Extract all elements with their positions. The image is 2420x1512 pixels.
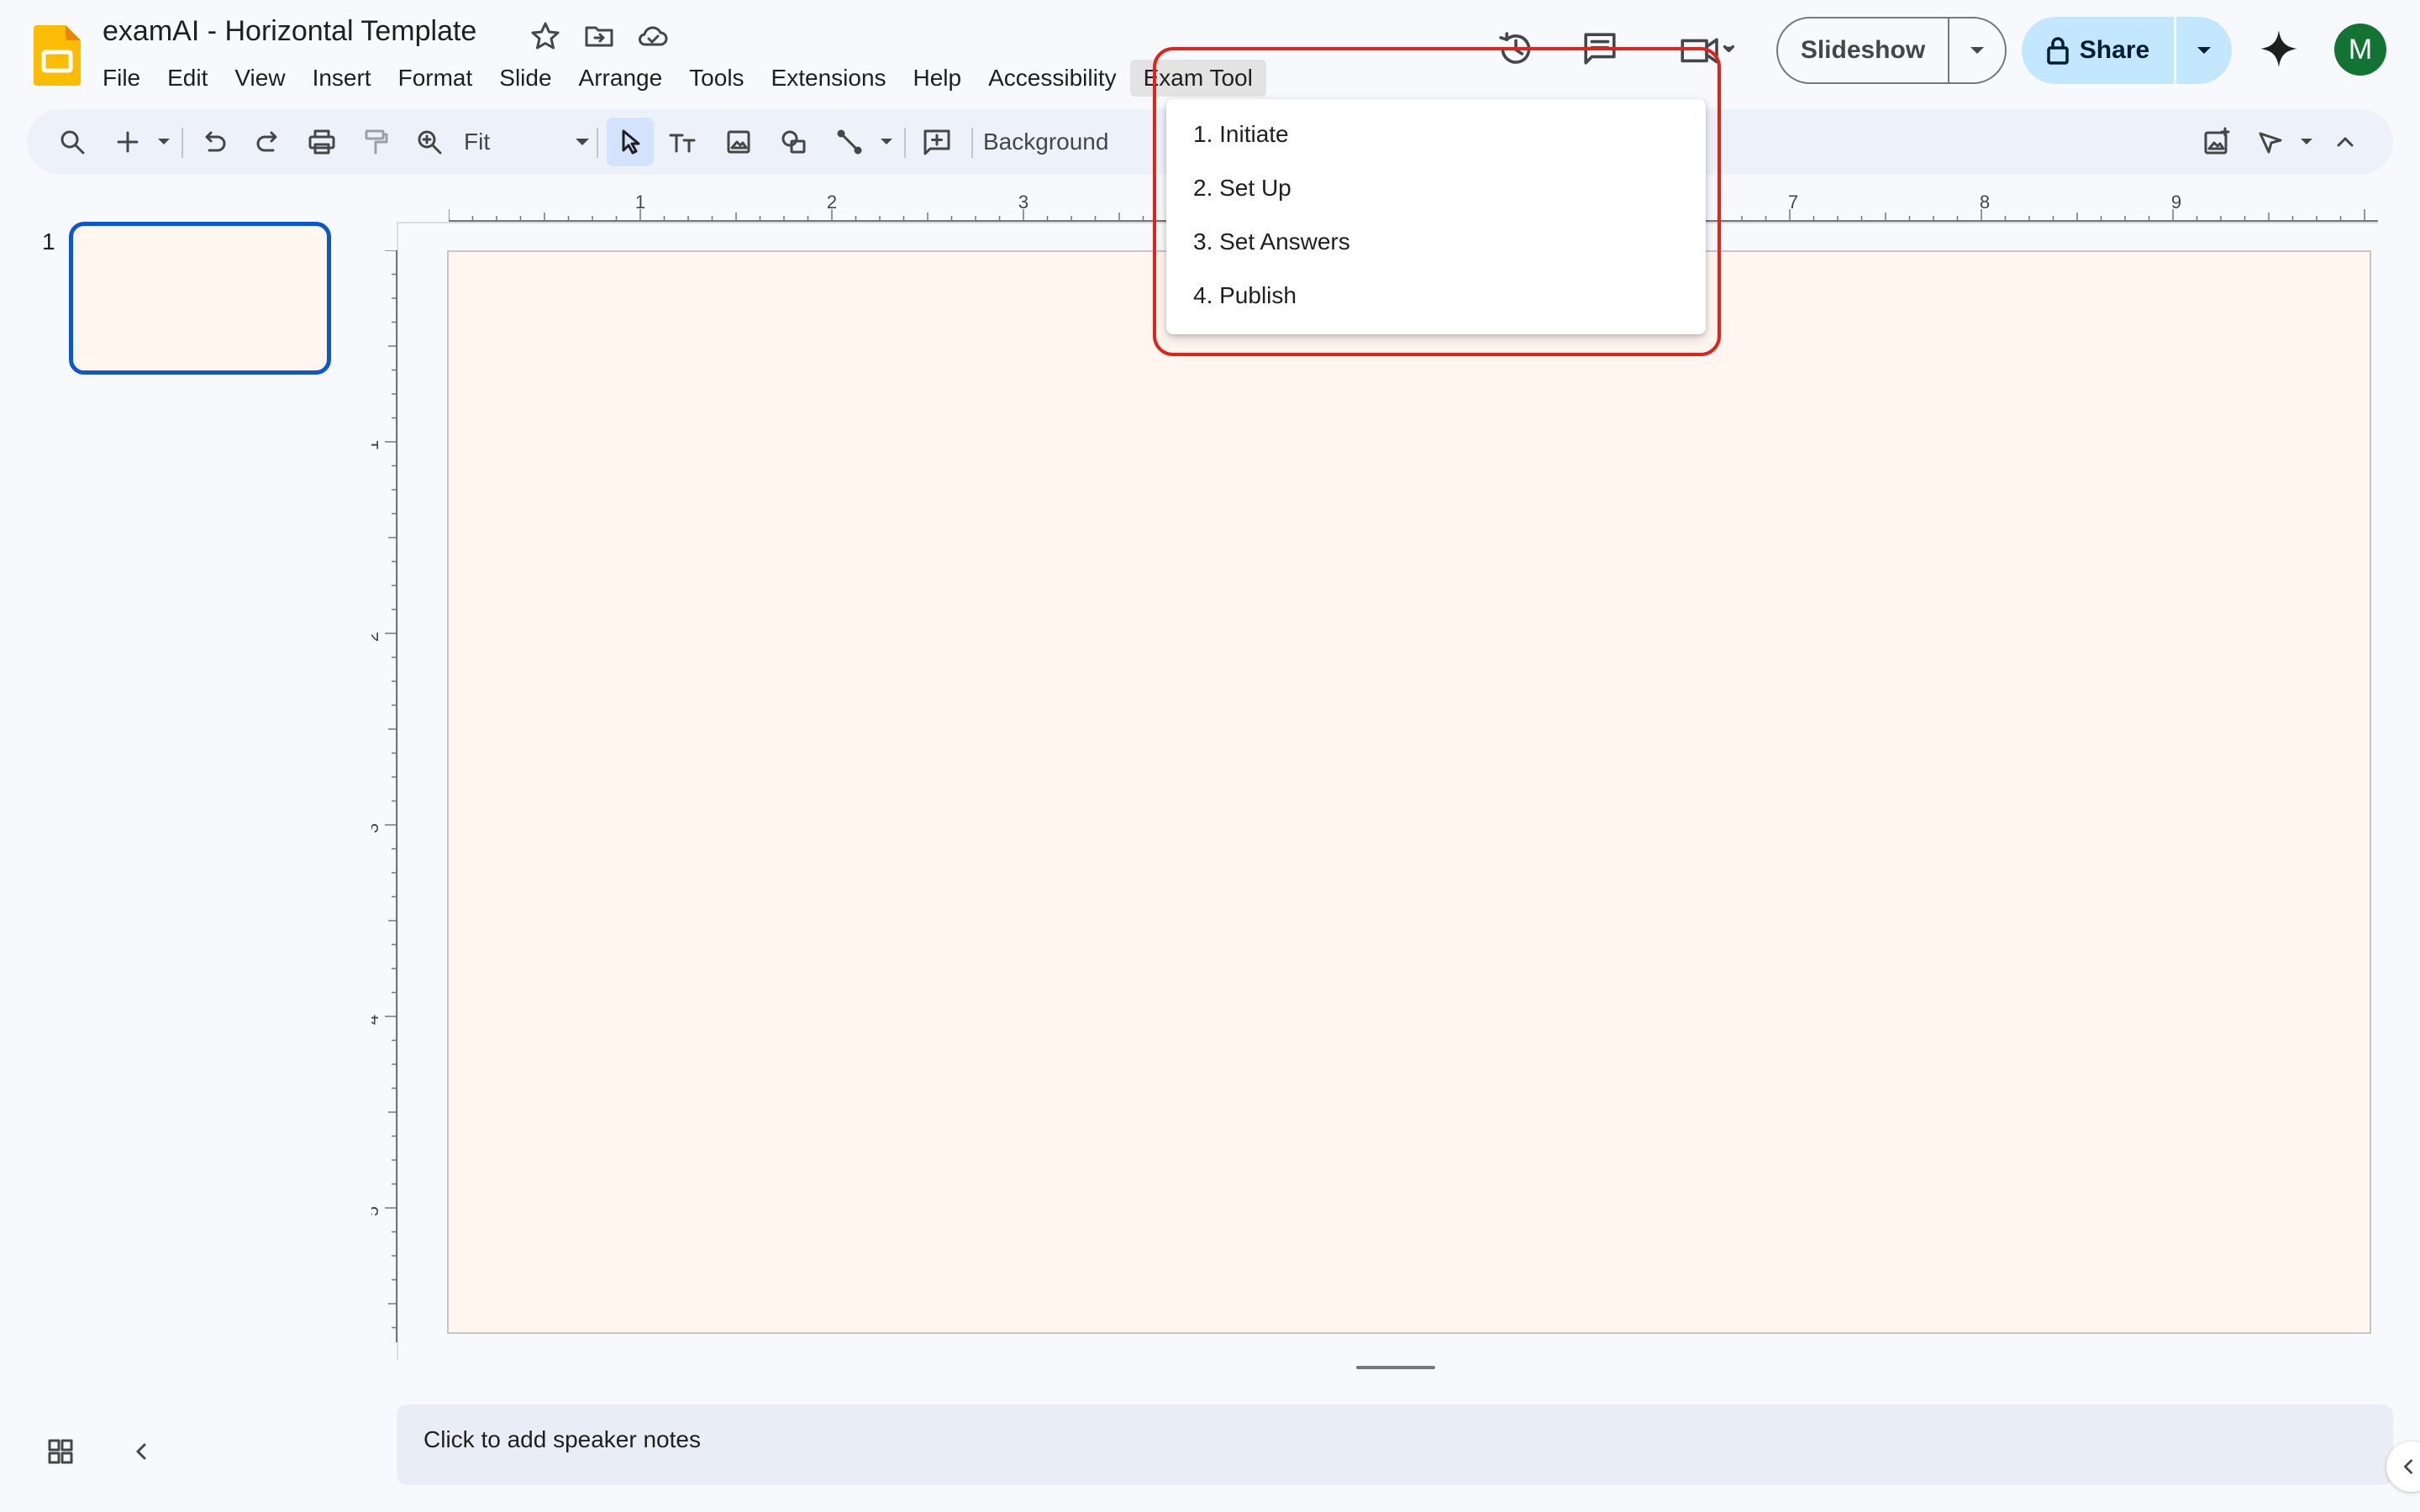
- share-label: Share: [2079, 36, 2150, 64]
- ruler-label-h-9: 9: [2171, 193, 2181, 213]
- ruler-label-v-5: 5: [371, 1206, 382, 1216]
- menu-slide[interactable]: Slide: [486, 60, 565, 97]
- menu-format[interactable]: Format: [385, 60, 487, 97]
- select-tool-icon[interactable]: [607, 118, 654, 166]
- menu-bar: File Edit View Insert Format Slide Arran…: [89, 59, 1266, 97]
- insert-image-icon[interactable]: [719, 118, 758, 166]
- speaker-notes-placeholder[interactable]: Click to add speaker notes: [424, 1426, 701, 1453]
- ruler-label-h-2: 2: [827, 193, 837, 213]
- toolbar-divider: [597, 128, 598, 158]
- slide-number: 1: [42, 228, 55, 255]
- zoom-value: Fit: [464, 129, 491, 155]
- new-slide-icon[interactable]: [109, 118, 146, 166]
- pointer-dropdown-icon[interactable]: [2294, 118, 2319, 166]
- search-menus-icon[interactable]: [52, 118, 92, 166]
- background-button[interactable]: Background: [983, 118, 1134, 166]
- ruler-label-v-2: 2: [371, 632, 382, 642]
- zoom-dropdown-icon: [576, 139, 589, 145]
- zoom-icon[interactable]: [410, 118, 449, 166]
- paint-format-icon[interactable]: [356, 118, 395, 166]
- cloud-saved-icon[interactable]: [635, 18, 671, 54]
- document-title[interactable]: examAI - Horizontal Template: [103, 15, 476, 48]
- menu-insert[interactable]: Insert: [299, 60, 385, 97]
- line-icon[interactable]: [830, 118, 869, 166]
- share-button[interactable]: Share: [2022, 17, 2232, 84]
- ruler-label-h-7: 7: [1788, 193, 1798, 213]
- background-label: Background: [983, 129, 1109, 155]
- insert-image-right-icon[interactable]: [2195, 118, 2238, 166]
- redo-icon[interactable]: [249, 118, 287, 166]
- line-dropdown-icon[interactable]: [874, 118, 899, 166]
- undo-icon[interactable]: [195, 118, 234, 166]
- slides-logo-icon[interactable]: [34, 25, 81, 86]
- ruler-label-v-1: 1: [371, 440, 382, 450]
- menu-file[interactable]: File: [89, 60, 154, 97]
- collapse-filmstrip-icon[interactable]: [123, 1433, 160, 1470]
- share-dropdown-icon[interactable]: [2176, 17, 2232, 84]
- menu-accessibility[interactable]: Accessibility: [975, 60, 1129, 97]
- highlight-annotation: [1153, 47, 1721, 356]
- toolbar-divider: [182, 128, 183, 158]
- slideshow-button[interactable]: Slideshow: [1776, 17, 2007, 84]
- shape-icon[interactable]: [775, 118, 813, 166]
- menu-arrange[interactable]: Arrange: [566, 60, 676, 97]
- star-icon[interactable]: [528, 18, 563, 54]
- add-comment-icon[interactable]: [918, 118, 956, 166]
- lock-icon: [2047, 37, 2069, 65]
- ruler-label-h-1: 1: [635, 193, 645, 213]
- toolbar-divider: [971, 128, 973, 158]
- notes-resize-handle[interactable]: [1356, 1366, 1435, 1369]
- slide-thumbnail[interactable]: [69, 222, 331, 375]
- menu-view[interactable]: View: [221, 60, 298, 97]
- slideshow-label[interactable]: Slideshow: [1778, 18, 1949, 82]
- grid-view-icon[interactable]: [42, 1433, 79, 1470]
- ruler-label-h-3: 3: [1018, 193, 1028, 213]
- user-avatar[interactable]: M: [2334, 24, 2386, 76]
- zoom-select[interactable]: Fit: [464, 118, 590, 166]
- print-icon[interactable]: [302, 118, 341, 166]
- slideshow-dropdown-icon[interactable]: [1949, 18, 2005, 82]
- gemini-sparkle-icon[interactable]: [2255, 25, 2302, 72]
- vertical-ruler[interactable]: 1 2 3 4 5: [371, 250, 398, 1342]
- ruler-label-h-8: 8: [1980, 193, 1990, 213]
- slide-canvas[interactable]: [447, 250, 2371, 1334]
- menu-tools[interactable]: Tools: [676, 60, 757, 97]
- share-main[interactable]: Share: [2022, 17, 2176, 84]
- toolbar-divider: [904, 128, 906, 158]
- ruler-label-v-4: 4: [371, 1015, 382, 1025]
- new-slide-dropdown-icon[interactable]: [151, 118, 176, 166]
- move-folder-icon[interactable]: [581, 18, 617, 54]
- ruler-label-v-3: 3: [371, 823, 382, 833]
- text-box-icon[interactable]: [664, 118, 702, 166]
- menu-help[interactable]: Help: [900, 60, 976, 97]
- menu-extensions[interactable]: Extensions: [758, 60, 900, 97]
- pointer-mode-icon[interactable]: [2249, 118, 2292, 166]
- collapse-toolbar-icon[interactable]: [2326, 118, 2365, 166]
- menu-edit[interactable]: Edit: [154, 60, 221, 97]
